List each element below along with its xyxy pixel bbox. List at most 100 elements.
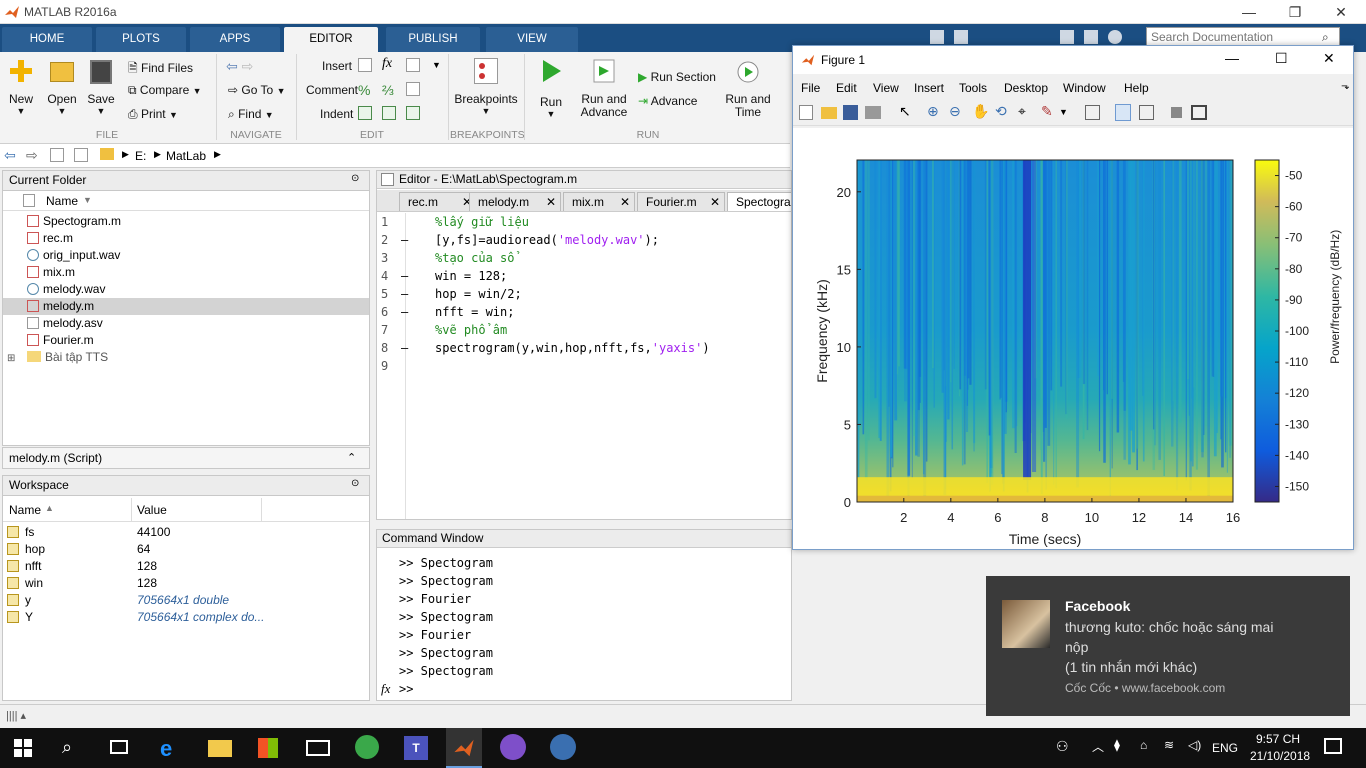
uncomment-icon[interactable]: ⅔ [382,82,394,98]
goto-button[interactable]: ⇨ Go To ▼ [228,83,285,97]
command-prompt[interactable]: >> [399,680,413,698]
clock-date[interactable]: 21/10/2018 [1250,749,1310,763]
edge-browser-icon[interactable]: e [160,736,172,762]
increase-indent-icon[interactable] [382,106,396,120]
list-item[interactable]: ⊞ Bài tập TTS [3,349,369,366]
new-button[interactable]: New ▼ [4,58,38,116]
run-button[interactable]: Run ▼ [532,58,570,119]
tab-view[interactable]: VIEW [486,27,578,52]
list-item[interactable]: rec.m [3,230,369,247]
figure-menu-help[interactable]: Help [1124,81,1149,95]
ws-value-column-header[interactable]: Value [137,503,167,517]
pane-menu-icon[interactable]: ⊙ [351,173,359,184]
print-button[interactable]: ⎙ Print ▼ [128,107,178,122]
editor-tab-fourier[interactable]: Fourier.m ✕ [637,192,725,211]
function-browser-icon[interactable]: fx [381,681,390,697]
data-cursor-icon[interactable]: ⌖ [1018,103,1026,120]
legend-icon[interactable] [1139,105,1154,120]
breakpoint-dash[interactable]: — [401,339,435,357]
new-figure-icon[interactable] [799,105,813,120]
folder-column-header[interactable]: Name ▼ [3,191,369,211]
rotate-3d-icon[interactable]: ⟲ [995,103,1007,120]
path-folder[interactable]: MatLab [166,149,206,163]
code-line[interactable]: 9 [381,357,791,375]
run-and-time-button[interactable]: Run and Time [722,58,774,119]
insert-button[interactable]: Insert [322,59,352,73]
figure-menu-view[interactable]: View [873,81,899,95]
list-item[interactable]: orig_input.wav [3,247,369,264]
open-button[interactable]: Open ▼ [44,58,80,116]
show-plot-tools-icon[interactable] [1191,105,1207,120]
table-row[interactable]: nfft 128 [3,558,369,575]
people-icon[interactable]: ⚇ [1056,738,1069,755]
list-item[interactable]: melody.wav [3,281,369,298]
hide-plot-tools-icon[interactable] [1171,107,1182,118]
close-icon[interactable]: ✕ [1323,50,1335,67]
show-hidden-icons-icon[interactable]: ︿ [1092,738,1104,755]
close-icon[interactable]: ✕ [1318,0,1364,24]
find-button[interactable]: ⌕ Find ▼ [228,107,274,122]
network-icon[interactable]: ⌂ [1140,738,1147,752]
code-line[interactable]: 2 — [y,fs]=audioread('melody.wav'); [381,231,791,249]
code-area[interactable]: 1 %lấy giữ liệu 2— [y,fs]=audioread('melod… [381,213,791,375]
paint-icon[interactable] [550,734,576,760]
code-line[interactable]: 4 — win = 128; [381,267,791,285]
brush-dropdown-icon[interactable]: ▼ [1059,107,1068,117]
indent-button[interactable]: Indent [320,107,353,121]
command-history[interactable]: >> Spectogram >> Spectogram >> Fourier >… [399,554,789,680]
table-row[interactable]: fs 44100 [3,524,369,541]
insert-dropdown-icon[interactable]: ▼ [432,60,441,70]
find-files-button[interactable]: 🗎 Find Files [128,59,193,80]
table-row[interactable]: hop 64 [3,541,369,558]
pane-menu-icon[interactable]: ⊙ [351,478,359,489]
input-language[interactable]: ENG [1212,741,1238,755]
tab-editor[interactable]: EDITOR [284,27,378,52]
list-item-selected[interactable]: melody.m [3,298,369,315]
comment-button[interactable]: Comment [306,83,358,97]
table-row[interactable]: y 705664x1 double [3,592,369,609]
nav-back-icon[interactable]: ⇦ [226,58,238,74]
run-section-button[interactable]: ▶ Run Section [638,70,716,84]
command-prompt-row[interactable]: fx >> [377,680,791,698]
list-item[interactable]: Spectogram.m [3,213,369,230]
list-item[interactable]: Fourier.m [3,332,369,349]
save-button[interactable]: Save ▼ [84,58,118,116]
figure-menu-tools[interactable]: Tools [959,81,987,95]
save-figure-icon[interactable] [843,105,858,120]
breakpoint-dash[interactable]: — [401,303,435,321]
figure-menu-file[interactable]: File [801,81,820,95]
open-file-icon[interactable] [821,107,837,119]
tab-home[interactable]: HOME [2,27,92,52]
file-details-bar[interactable]: melody.m (Script) ⌃ [2,447,370,469]
figure-menu-desktop[interactable]: Desktop [1004,81,1048,95]
insert-template-icon[interactable] [406,58,420,72]
dropbox-icon[interactable]: ⧫ [1114,738,1120,752]
store-icon[interactable] [258,738,278,758]
chevron-up-icon[interactable]: ⌃ [347,448,356,468]
editor-tab-rec[interactable]: rec.m ✕ [399,192,475,211]
task-view-icon[interactable] [110,740,128,754]
editor-tab-melody[interactable]: melody.m ✕ [469,192,561,211]
redo-icon[interactable] [1084,30,1098,44]
minimize-icon[interactable]: — [1226,0,1272,24]
breakpoint-dash[interactable]: — [401,231,435,249]
editor-tab-mix[interactable]: mix.m ✕ [563,192,635,211]
insert-function-icon[interactable]: fx [382,56,392,72]
breakpoint-dash[interactable]: — [401,267,435,285]
insert-section-icon[interactable] [358,58,372,72]
compare-button[interactable]: ⧉ Compare ▼ [128,83,202,98]
list-item[interactable]: mix.m [3,264,369,281]
status-grip-icon[interactable]: |||| ▴ [6,709,26,722]
table-row[interactable]: Y 705664x1 complex do... [3,609,369,626]
zoom-in-icon[interactable]: ⊕ [927,103,939,120]
figure-menu-edit[interactable]: Edit [836,81,857,95]
quick-save-icon[interactable] [930,30,944,44]
app-icon[interactable] [500,734,526,760]
quick-cut-icon[interactable] [954,30,968,44]
zoom-out-icon[interactable]: ⊖ [949,103,961,120]
colorbar-icon[interactable] [1115,104,1131,121]
code-line[interactable]: 6 — nfft = win; [381,303,791,321]
restore-icon[interactable]: ❐ [1272,0,1318,24]
tab-plots[interactable]: PLOTS [96,27,186,52]
code-line[interactable]: 3 %tạo của sổ [381,249,791,267]
